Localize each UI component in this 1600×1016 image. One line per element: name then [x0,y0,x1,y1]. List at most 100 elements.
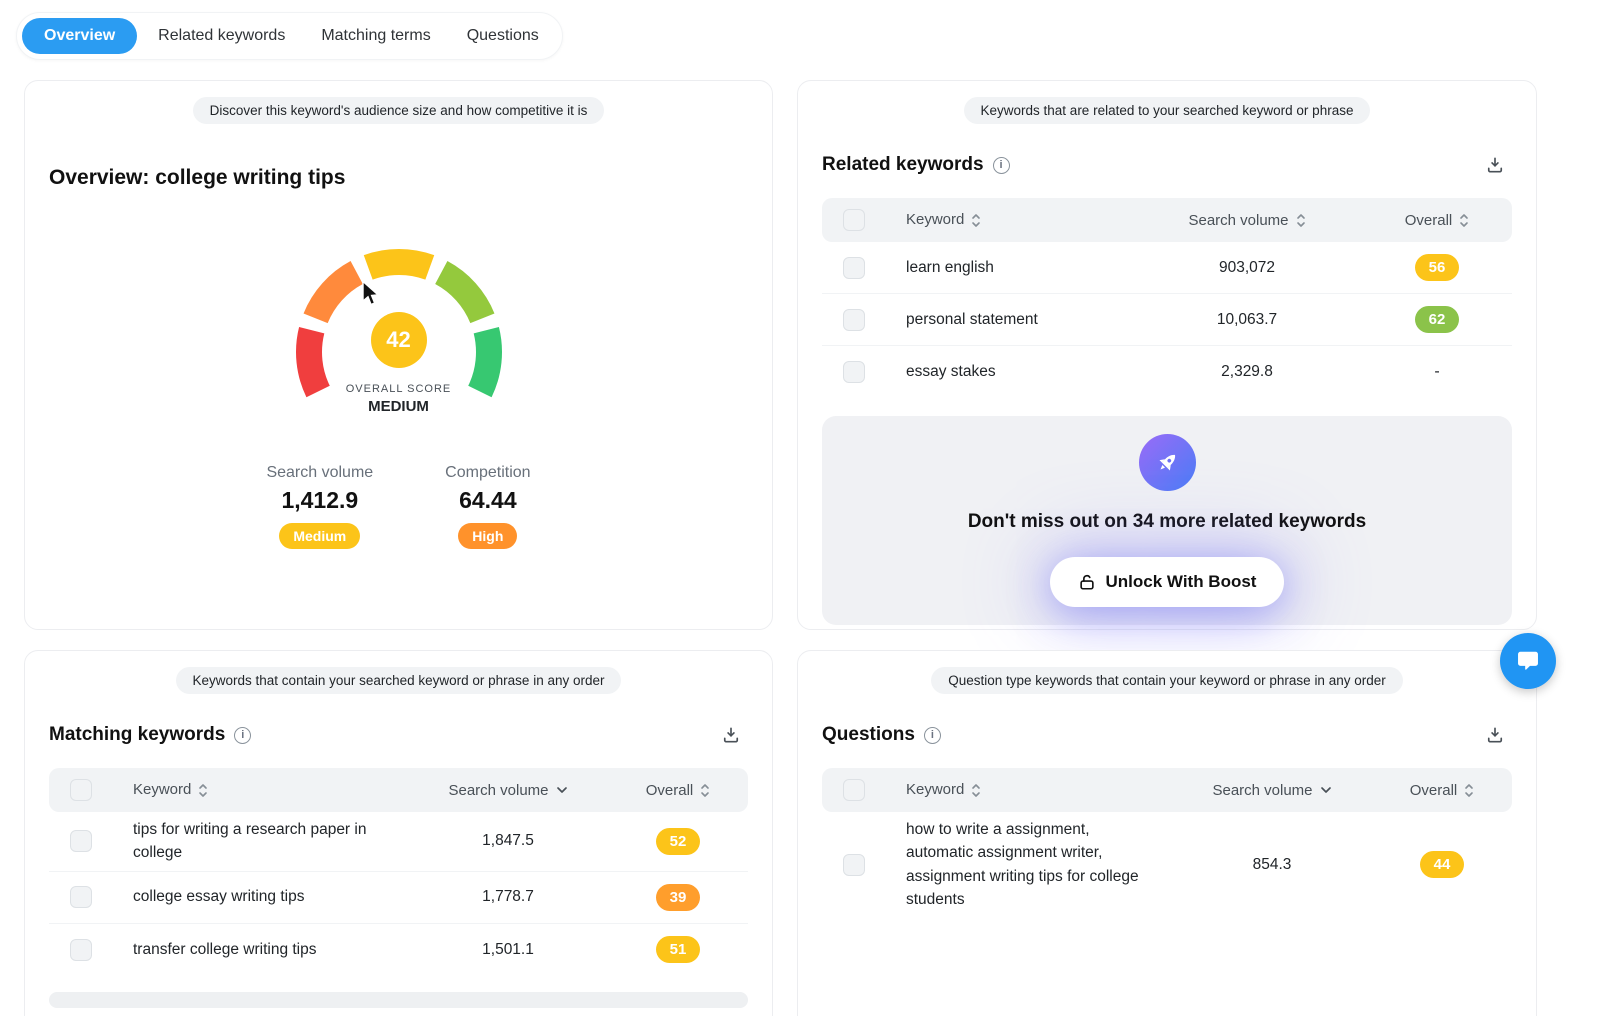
score-gauge: 42 OVERALL SCORE MEDIUM [279,232,519,420]
overview-stats: Search volume 1,412.9 Medium Competition… [49,464,748,549]
sort-icon [198,783,208,798]
table-header: Keyword Search volume Overall [822,768,1512,812]
keyword-cell: essay stakes [886,360,1132,383]
keyword-cell: learn english [886,256,1132,279]
matching-keywords-table: Keyword Search volume Overall tips for w… [49,768,748,976]
download-button[interactable] [1478,148,1512,182]
table-header: Keyword Search volume Overall [49,768,748,812]
tab-questions[interactable]: Questions [452,18,554,54]
table-row: transfer college writing tips 1,501.1 51 [49,924,748,976]
column-overall[interactable]: Overall [1372,782,1512,799]
unlock-with-boost-button[interactable]: Unlock With Boost [1050,557,1285,607]
sort-desc-icon [556,786,568,794]
tab-overview[interactable]: Overview [22,18,137,54]
column-keyword[interactable]: Keyword [886,209,1132,232]
matching-hint-pill: Keywords that contain your searched keyw… [176,667,622,694]
competition-stat: Competition 64.44 High [445,464,530,549]
related-keywords-table: Keyword Search volume Overall learn engl… [822,198,1512,398]
table-header: Keyword Search volume Overall [822,198,1512,242]
chat-icon [1515,648,1541,674]
column-keyword[interactable]: Keyword [886,779,1172,802]
sort-icon [1459,213,1469,228]
overview-hint-pill: Discover this keyword's audience size an… [193,97,605,124]
overall-score-level: MEDIUM [279,398,519,415]
overall-empty-value: - [1434,363,1439,381]
search-volume-badge: Medium [279,523,360,549]
row-checkbox[interactable] [843,361,865,383]
table-row: learn english 903,072 56 [822,242,1512,294]
tab-matching-terms[interactable]: Matching terms [306,18,445,54]
row-checkbox[interactable] [70,830,92,852]
column-search-volume[interactable]: Search volume [1172,782,1372,799]
chat-launcher-button[interactable] [1500,633,1556,689]
matching-card-title: Matching keywords [49,724,225,746]
search-volume-cell: 1,778.7 [408,888,608,906]
lock-icon [1078,573,1096,591]
row-checkbox[interactable] [70,939,92,961]
column-search-volume[interactable]: Search volume [408,782,608,799]
row-checkbox[interactable] [70,886,92,908]
row-checkbox[interactable] [843,309,865,331]
info-icon[interactable]: i [924,727,941,744]
search-volume-cell: 903,072 [1132,259,1362,277]
overall-score-badge: 62 [1415,306,1459,333]
competition-value: 64.44 [459,487,517,514]
row-checkbox[interactable] [843,854,865,876]
questions-table: Keyword Search volume Overall how to wri… [822,768,1512,917]
sort-icon [971,783,981,798]
column-keyword[interactable]: Keyword [113,779,408,802]
rocket-icon [1139,434,1196,491]
overall-score-badge: 51 [656,936,700,963]
search-volume-cell: 1,847.5 [408,832,608,850]
select-all-checkbox[interactable] [843,779,865,801]
tab-bar: Overview Related keywords Matching terms… [16,12,563,60]
info-icon[interactable]: i [993,157,1010,174]
tab-related-keywords[interactable]: Related keywords [143,18,300,54]
search-volume-stat: Search volume 1,412.9 Medium [266,464,373,549]
matching-keywords-card: Keywords that contain your searched keyw… [24,650,773,1016]
download-button[interactable] [1478,718,1512,752]
overview-card: Discover this keyword's audience size an… [24,80,773,630]
table-row: personal statement 10,063.7 62 [822,294,1512,346]
info-icon[interactable]: i [234,727,251,744]
keyword-cell: tips for writing a research paper in col… [113,818,408,865]
overall-score-label: OVERALL SCORE [279,383,519,395]
related-keywords-card: Keywords that are related to your search… [797,80,1537,630]
search-volume-cell: 1,501.1 [408,941,608,959]
search-volume-cell: 854.3 [1172,856,1372,874]
overall-score-badge: 44 [1420,851,1464,878]
overall-score-value: 42 [371,312,427,368]
sort-icon [1296,213,1306,228]
overview-title: Overview: college writing tips [49,166,748,190]
overall-score-badge: 52 [656,828,700,855]
column-overall[interactable]: Overall [1362,212,1512,229]
competition-badge: High [458,523,517,549]
select-all-checkbox[interactable] [843,209,865,231]
related-card-title: Related keywords [822,154,984,176]
keyword-cell: transfer college writing tips [113,938,408,961]
download-button[interactable] [714,718,748,752]
keyword-cell: personal statement [886,308,1132,331]
questions-card-title: Questions [822,724,915,746]
download-icon [1485,155,1505,175]
questions-card: Question type keywords that contain your… [797,650,1537,1016]
search-volume-label: Search volume [266,464,373,482]
competition-label: Competition [445,464,530,482]
sort-icon [1464,783,1474,798]
related-hint-pill: Keywords that are related to your search… [964,97,1371,124]
row-checkbox[interactable] [843,257,865,279]
table-row: tips for writing a research paper in col… [49,812,748,872]
column-overall[interactable]: Overall [608,782,748,799]
sort-desc-icon [1320,786,1332,794]
keyword-cell: college essay writing tips [113,885,408,908]
search-volume-cell: 2,329.8 [1132,363,1362,381]
search-volume-cell: 10,063.7 [1132,311,1362,329]
overall-score-badge: 39 [656,884,700,911]
column-search-volume[interactable]: Search volume [1132,212,1362,229]
select-all-checkbox[interactable] [70,779,92,801]
sort-icon [971,213,981,228]
download-icon [721,725,741,745]
table-row: how to write a assignment, automatic ass… [822,812,1512,917]
boost-promo: Don't miss out on 34 more related keywor… [822,416,1512,625]
table-row: college essay writing tips 1,778.7 39 [49,872,748,924]
